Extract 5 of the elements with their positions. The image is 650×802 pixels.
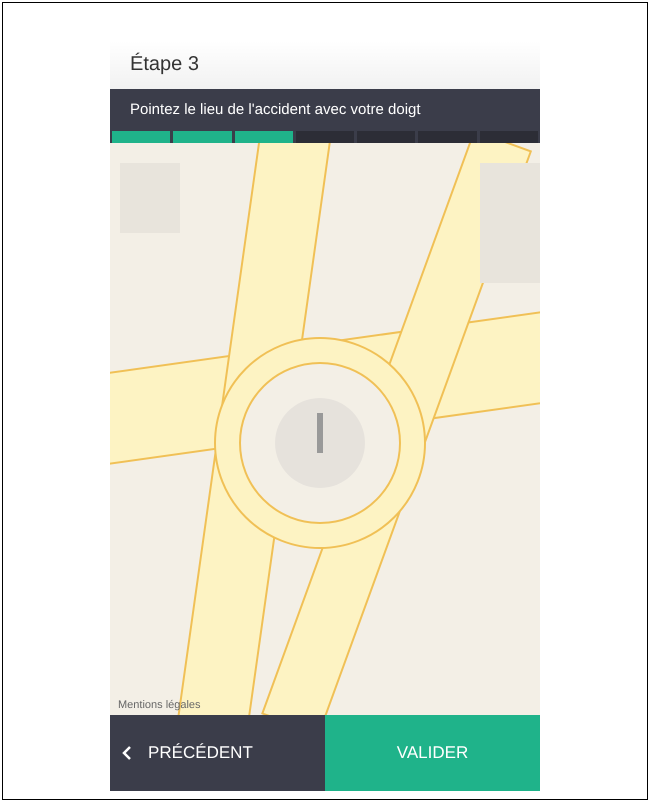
instruction-text: Pointez le lieu de l'accident avec votre doigt [130, 100, 421, 120]
previous-button[interactable]: PRÉCÉDENT [110, 715, 325, 791]
step-title: Étape 3 [130, 52, 199, 77]
chevron-left-icon [122, 745, 132, 761]
validate-button[interactable]: VALIDER [325, 715, 540, 791]
